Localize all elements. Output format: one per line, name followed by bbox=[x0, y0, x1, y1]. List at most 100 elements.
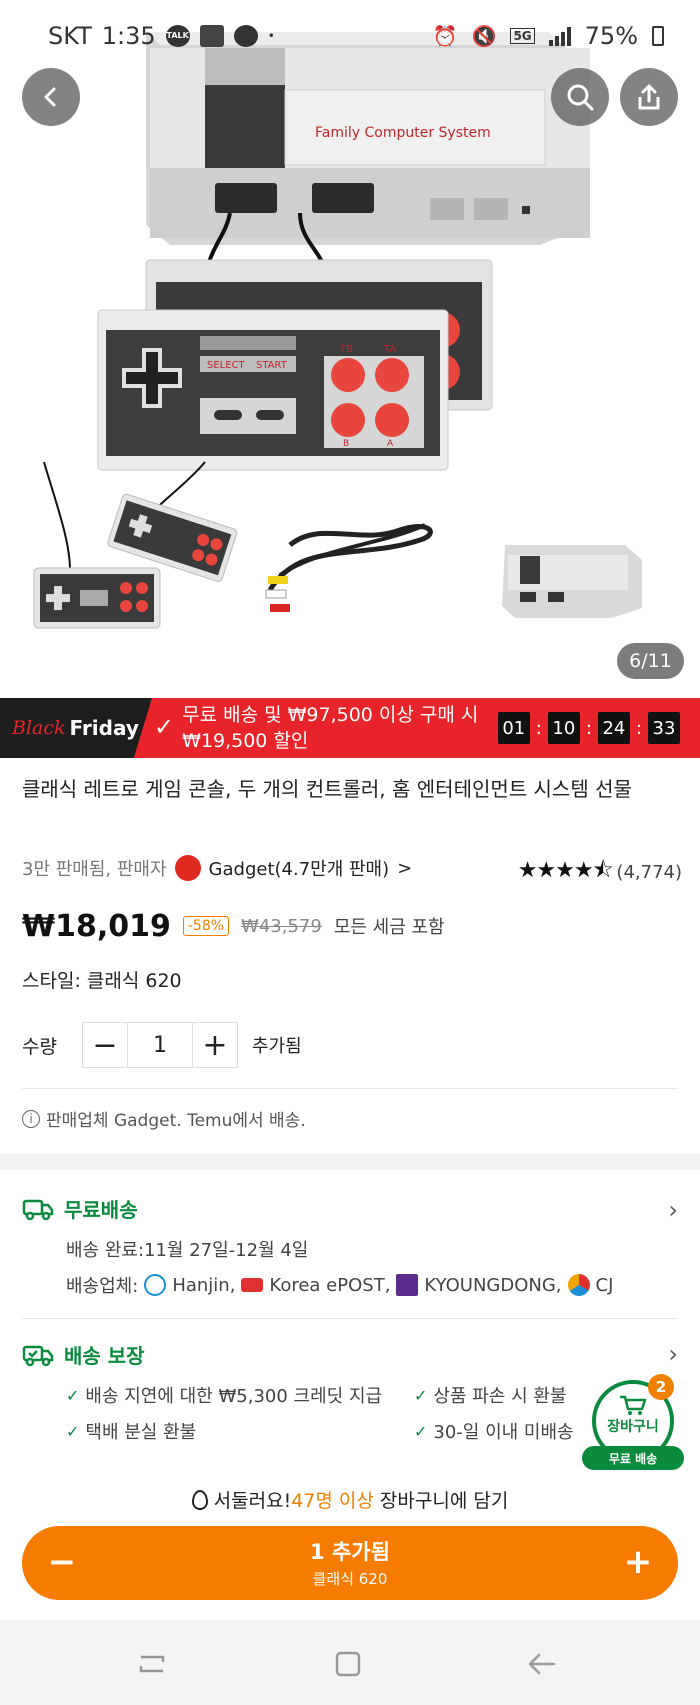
carrier-text: SKT bbox=[48, 22, 92, 50]
cta-main-label[interactable]: 1 추가됨 bbox=[22, 1536, 678, 1566]
guarantee-credit: 배송 지연에 대한 ₩5,300 크레딧 지급 bbox=[85, 1386, 383, 1407]
promo-line-2: ₩19,500 할인 bbox=[182, 730, 309, 752]
chevron-right-icon[interactable]: › bbox=[668, 1340, 678, 1368]
hurry-message: 서둘러요!47명 이상 장바구니에 담기 bbox=[0, 1486, 700, 1513]
console-label: Family Computer System bbox=[315, 125, 491, 141]
friday-text: Friday bbox=[69, 716, 139, 740]
hurry-suffix: 장바구니에 담기 bbox=[373, 1490, 509, 1512]
truck-icon bbox=[22, 1199, 54, 1220]
product-title: 클래식 레트로 게임 콘솔, 두 개의 컨트롤러, 홈 엔터테인먼트 시스템 선… bbox=[22, 777, 632, 801]
seller-note-text: 판매업체 Gadget. Temu에서 배송. bbox=[46, 1111, 306, 1131]
recent-apps-button[interactable] bbox=[134, 1646, 170, 1682]
sold-info: 3만 판매됨, 판매자 bbox=[22, 859, 167, 880]
share-icon bbox=[638, 84, 660, 110]
gallery-icon bbox=[199, 25, 224, 47]
flame-icon bbox=[191, 1490, 208, 1510]
clock-text: 1:35 bbox=[101, 22, 156, 50]
black-text: Black bbox=[12, 717, 66, 739]
cart-icon bbox=[620, 1395, 647, 1415]
home-button[interactable] bbox=[330, 1646, 366, 1682]
status-left: SKT 1:35 TALK • bbox=[48, 22, 275, 50]
discount-badge: -58% bbox=[182, 916, 230, 936]
carrier-hanjin: Hanjin, bbox=[172, 1274, 236, 1296]
price-row: ₩18,019 -58% ₩43,579 모든 세금 포함 bbox=[22, 904, 445, 948]
promo-line-1: 무료 배송 및 ₩97,500 이상 구매 시 bbox=[182, 704, 479, 726]
check-icon: ✓ bbox=[66, 1421, 80, 1441]
share-button[interactable] bbox=[620, 68, 678, 126]
signal-icon bbox=[548, 26, 571, 46]
search-button[interactable] bbox=[551, 68, 609, 126]
section-separator bbox=[0, 1154, 700, 1170]
start-label: START bbox=[256, 360, 288, 371]
style-selector[interactable]: 스타일: 클래식 620 bbox=[22, 966, 182, 993]
guarantee-item: ✓ 택배 분실 환불 bbox=[66, 1418, 196, 1444]
ta-label: TA bbox=[383, 344, 396, 355]
product-image-gallery[interactable]: Family Computer System SELECT START TB T… bbox=[0, 0, 700, 698]
black-friday-label: Black Friday bbox=[0, 698, 152, 758]
timer-days: 01 bbox=[497, 712, 530, 744]
network-icon: 5G bbox=[510, 28, 535, 44]
chevron-right-icon: > bbox=[397, 857, 413, 879]
guarantee-damage: 상품 파손 시 환불 bbox=[433, 1386, 567, 1407]
cart-free-shipping: 무료 배송 bbox=[582, 1446, 684, 1470]
battery-text: 75% bbox=[584, 22, 638, 50]
guarantee-lost: 택배 분실 환불 bbox=[85, 1422, 197, 1443]
back-button[interactable] bbox=[22, 68, 80, 126]
star-rating-icon: ★★★★⯪ bbox=[517, 858, 614, 883]
image-counter: 6/11 bbox=[617, 643, 684, 679]
guarantee-undelivered: 30-일 이내 미배송 bbox=[433, 1422, 574, 1443]
guarantee-item: ✓ 상품 파손 시 환불 bbox=[414, 1382, 567, 1408]
tax-note: 모든 세금 포함 bbox=[333, 917, 445, 938]
chevron-left-icon bbox=[44, 87, 56, 107]
back-nav-button[interactable] bbox=[524, 1646, 560, 1682]
plus-icon: + bbox=[202, 1027, 228, 1063]
hurry-count: 47명 이상 bbox=[291, 1490, 374, 1512]
plus-icon: + bbox=[623, 1542, 653, 1582]
quantity-value[interactable]: 1 bbox=[127, 1023, 193, 1067]
talk-icon: TALK bbox=[165, 25, 190, 47]
cta-sub-label: 클래식 620 bbox=[312, 1570, 388, 1588]
divider bbox=[22, 1088, 678, 1089]
delivery-guarantee-header[interactable]: 배송 보장 bbox=[22, 1340, 145, 1369]
guarantee-item: ✓ 배송 지연에 대한 ₩5,300 크레딧 지급 bbox=[66, 1382, 382, 1408]
cj-logo-icon bbox=[567, 1274, 590, 1296]
sale-price: ₩18,019 bbox=[22, 908, 171, 944]
minus-icon: − bbox=[92, 1027, 118, 1063]
seller-note: i 판매업체 Gadget. Temu에서 배송. bbox=[22, 1106, 306, 1131]
quantity-label: 수량 bbox=[22, 1035, 57, 1058]
b-label: B bbox=[343, 439, 349, 449]
chevron-right-icon[interactable]: › bbox=[668, 1196, 678, 1224]
seller-row[interactable]: 3만 판매됨, 판매자 Gadget(4.7만개 판매) > ★★★★⯪ (4,… bbox=[22, 853, 682, 883]
quantity-row: 수량 − 1 + 추가됨 bbox=[22, 1022, 302, 1068]
system-nav-bar bbox=[0, 1620, 700, 1705]
check-icon: ✓ bbox=[414, 1421, 428, 1441]
free-shipping-title: 무료배송 bbox=[64, 1198, 138, 1222]
added-label: 추가됨 bbox=[252, 1036, 302, 1057]
original-price: ₩43,579 bbox=[241, 915, 322, 937]
select-label: SELECT bbox=[207, 360, 246, 371]
increase-button[interactable]: + bbox=[193, 1023, 237, 1067]
check-icon: ✓ bbox=[414, 1385, 428, 1405]
guarantee-item: ✓ 30-일 이내 미배송 bbox=[414, 1418, 574, 1444]
timer-hours: 10 bbox=[547, 712, 580, 744]
mute-icon: 🔇 bbox=[471, 24, 497, 48]
check-icon: ✓ bbox=[66, 1385, 80, 1405]
carrier-kyoungdong: KYOUNGDONG, bbox=[424, 1274, 562, 1296]
cloud-icon bbox=[233, 25, 258, 47]
seller-name-link[interactable]: Gadget(4.7만개 판매) bbox=[209, 855, 390, 881]
cta-increase-button[interactable]: + bbox=[618, 1542, 658, 1582]
rating-count: (4,774) bbox=[616, 861, 682, 883]
status-bar: SKT 1:35 TALK • ⏰ 🔇 5G 75% bbox=[0, 0, 700, 78]
carrier-cj: CJ bbox=[595, 1274, 614, 1296]
dot-icon: • bbox=[267, 29, 275, 43]
info-icon: i bbox=[22, 1109, 40, 1128]
search-icon bbox=[567, 84, 594, 111]
rating[interactable]: ★★★★⯪ (4,774) bbox=[518, 853, 682, 891]
cart-button[interactable]: 장바구니 2 무료 배송 bbox=[582, 1374, 684, 1470]
divider bbox=[22, 1318, 678, 1319]
decrease-button[interactable]: − bbox=[83, 1023, 127, 1067]
promo-banner[interactable]: Black Friday ✓ 무료 배송 및 ₩97,500 이상 구매 시 ₩… bbox=[0, 698, 700, 758]
free-shipping-header[interactable]: 무료배송 bbox=[22, 1194, 138, 1223]
check-icon: ✓ bbox=[154, 713, 175, 741]
cart-label: 장바구니 bbox=[607, 1419, 659, 1435]
